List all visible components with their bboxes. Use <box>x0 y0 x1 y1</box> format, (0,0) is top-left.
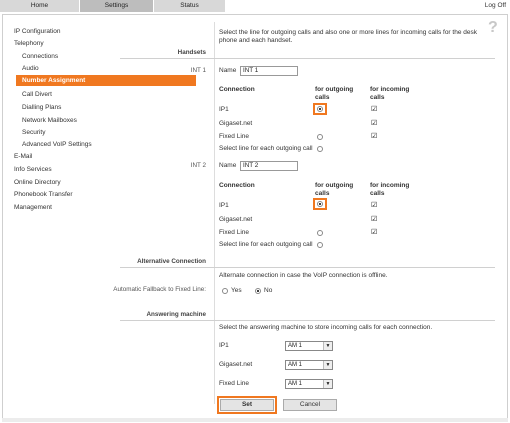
am-gigaset-value: AM 1 <box>288 362 303 368</box>
int1-fixed-outgoing-radio[interactable] <box>317 134 323 140</box>
int2-ip1-outgoing-radio[interactable] <box>317 201 323 207</box>
int2-fixed-incoming-checkbox[interactable]: ☑ <box>371 229 377 236</box>
chevron-down-icon: ▼ <box>323 361 332 369</box>
int2-row-ip1: IP1 <box>219 202 229 209</box>
tab-settings[interactable]: Settings <box>80 0 154 12</box>
nav-connections[interactable]: Connections <box>22 51 58 62</box>
help-icon[interactable]: ? <box>488 20 500 36</box>
int2-row-gigaset: Gigaset.net <box>219 216 253 223</box>
int1-gigaset-incoming-checkbox[interactable]: ☑ <box>371 120 377 127</box>
chevron-down-icon: ▼ <box>323 342 332 350</box>
top-navigation: Home Settings Status Log Off <box>0 0 510 14</box>
set-button[interactable]: Set <box>220 399 274 411</box>
nav-security[interactable]: Security <box>22 127 45 138</box>
nav-network-mailboxes[interactable]: Network Mailboxes <box>22 115 77 126</box>
int2-incoming-header: for incoming calls <box>370 182 410 197</box>
separator <box>120 320 495 321</box>
nav-ip-configuration[interactable]: IP Configuration <box>14 26 61 37</box>
int2-row-select-each: Select line for each outgoing call <box>219 241 313 248</box>
am-gigaset-select[interactable]: AM 1 ▼ <box>285 360 333 370</box>
int1-ip1-incoming-checkbox[interactable]: ☑ <box>371 106 377 113</box>
bottom-bar <box>2 418 508 422</box>
section-handsets: Handsets <box>177 49 206 56</box>
nav-phonebook-transfer[interactable]: Phonebook Transfer <box>14 189 73 200</box>
nav-dialling-plans[interactable]: Dialling Plans <box>22 102 61 113</box>
nav-management[interactable]: Management <box>14 202 52 213</box>
int1-row-fixed: Fixed Line <box>219 133 249 140</box>
column-divider <box>214 22 215 404</box>
nav-call-divert[interactable]: Call Divert <box>22 89 52 100</box>
separator <box>120 267 495 268</box>
intro-text: Select the line for outgoing calls and a… <box>219 29 477 44</box>
int2-name-field[interactable]: INT 2 <box>240 161 298 171</box>
alternative-desc: Alternate connection in case the VoIP co… <box>219 272 388 279</box>
int1-connection-header: Connection <box>219 86 255 93</box>
int1-name-label: Name <box>219 67 237 74</box>
int1-outgoing-header: for outgoing calls <box>315 86 354 101</box>
am-ip1-select[interactable]: AM 1 ▼ <box>285 341 333 351</box>
nav-online-directory[interactable]: Online Directory <box>14 177 61 188</box>
logoff-link[interactable]: Log Off <box>485 2 506 9</box>
int2-ip1-incoming-checkbox[interactable]: ☑ <box>371 202 377 209</box>
nav-email[interactable]: E-Mail <box>14 151 32 162</box>
int1-name-field[interactable]: INT 1 <box>240 66 298 76</box>
cancel-button[interactable]: Cancel <box>283 399 337 411</box>
int1-row-ip1: IP1 <box>219 106 229 113</box>
fallback-label: Automatic Fallback to Fixed Line: <box>113 286 206 293</box>
nav-audio[interactable]: Audio <box>22 63 39 74</box>
fallback-yes-radio[interactable] <box>222 288 228 294</box>
am-row-fixed-label: Fixed Line <box>219 380 249 387</box>
int2-outgoing-header: for outgoing calls <box>315 182 354 197</box>
int2-name-label: Name <box>219 162 237 169</box>
section-answering-machine: Answering machine <box>146 311 207 318</box>
fallback-no-radio[interactable] <box>255 288 261 294</box>
am-fixed-select[interactable]: AM 1 ▼ <box>285 379 333 389</box>
tab-home[interactable]: Home <box>0 0 80 12</box>
am-ip1-value: AM 1 <box>288 343 303 349</box>
separator <box>120 58 495 59</box>
section-alternative-connection: Alternative Connection <box>137 258 206 265</box>
int2-gigaset-incoming-checkbox[interactable]: ☑ <box>371 216 377 223</box>
int2-fixed-outgoing-radio[interactable] <box>317 230 323 236</box>
fallback-yes-label: Yes <box>231 287 242 294</box>
chevron-down-icon: ▼ <box>323 380 332 388</box>
answering-desc: Select the answering machine to store in… <box>219 324 433 331</box>
int1-select-each-radio[interactable] <box>317 146 323 152</box>
int2-select-each-radio[interactable] <box>317 242 323 248</box>
int2-connection-header: Connection <box>219 182 255 189</box>
int1-incoming-header: for incoming calls <box>370 86 410 101</box>
int1-fixed-incoming-checkbox[interactable]: ☑ <box>371 133 377 140</box>
nav-advanced-voip[interactable]: Advanced VoIP Settings <box>22 139 92 150</box>
fallback-no-label: No <box>264 287 273 294</box>
int2-label: INT 2 <box>190 162 206 169</box>
int1-ip1-outgoing-radio[interactable] <box>317 106 323 112</box>
am-fixed-value: AM 1 <box>288 381 303 387</box>
nav-number-assignment[interactable]: Number Assignment <box>16 75 196 86</box>
am-row-ip1-label: IP1 <box>219 342 229 349</box>
int1-row-gigaset: Gigaset.net <box>219 120 253 127</box>
int1-row-select-each: Select line for each outgoing call <box>219 145 313 152</box>
nav-telephony[interactable]: Telephony <box>14 38 44 49</box>
int1-label: INT 1 <box>190 67 206 74</box>
nav-info-services[interactable]: Info Services <box>14 164 52 175</box>
tab-status[interactable]: Status <box>154 0 226 12</box>
int2-row-fixed: Fixed Line <box>219 229 249 236</box>
am-row-gigaset-label: Gigaset.net <box>219 361 253 368</box>
